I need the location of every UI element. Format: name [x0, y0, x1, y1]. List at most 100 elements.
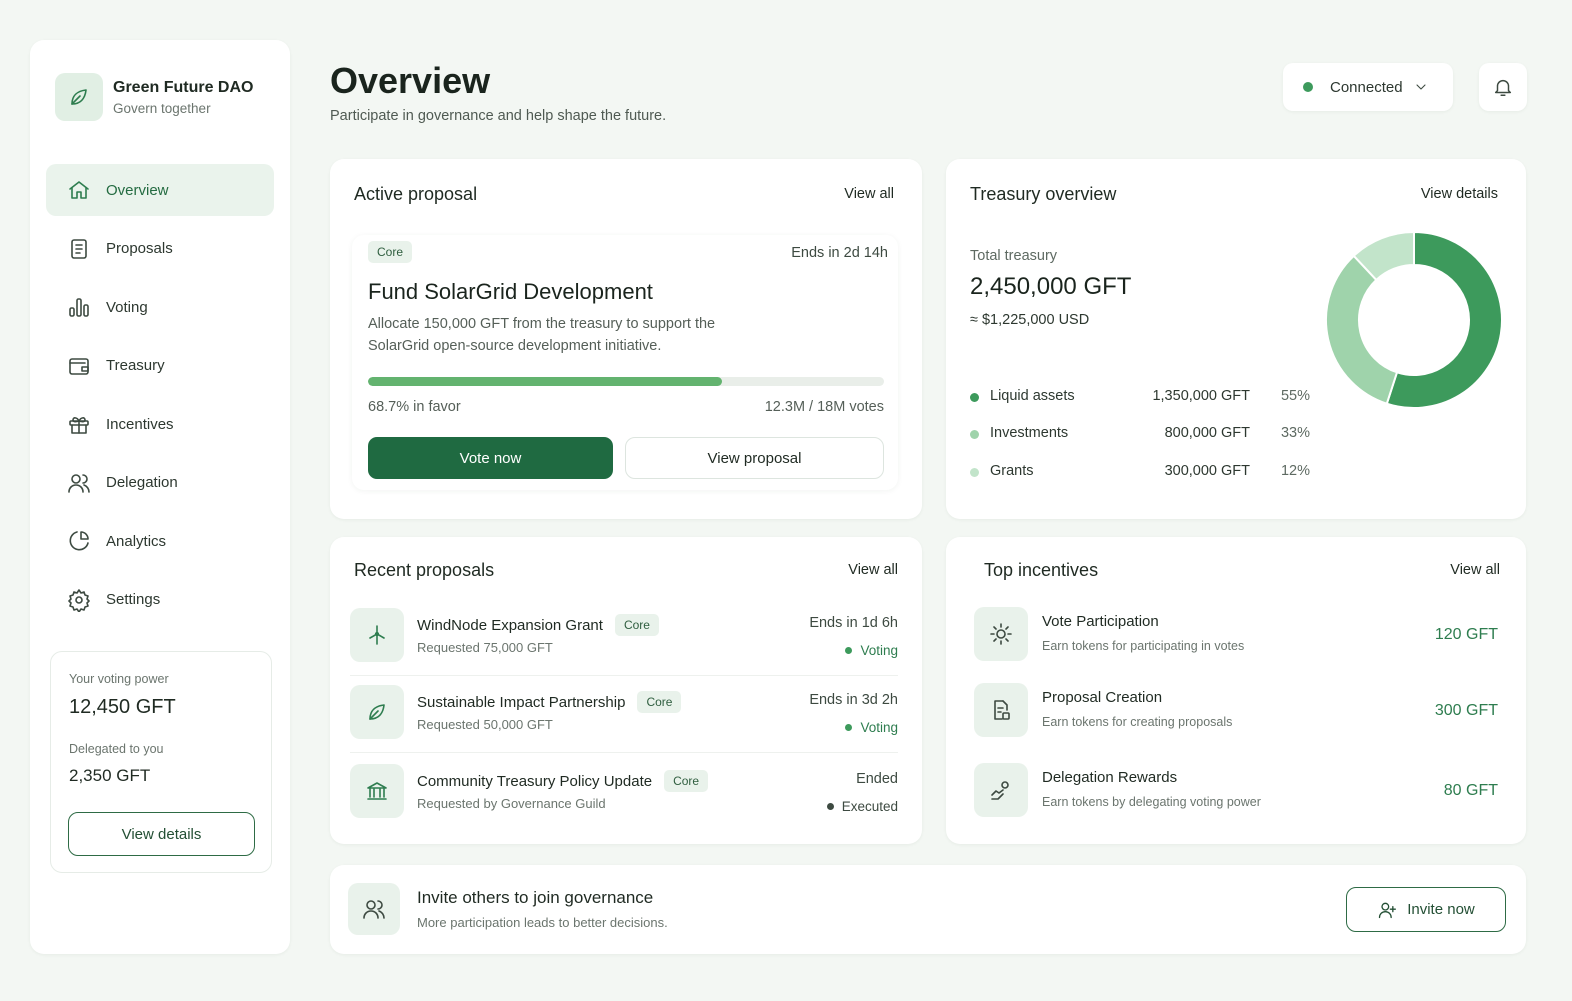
bell-icon: [1494, 79, 1512, 96]
view-all-link[interactable]: View all: [1450, 562, 1500, 578]
document-edit-icon: [974, 683, 1028, 737]
top-incentives-card: Top incentives View all Vote Participati…: [946, 537, 1526, 844]
leaf-logo-icon: [55, 73, 103, 121]
sidebar-item-delegation[interactable]: Delegation: [46, 457, 274, 509]
leaf-icon: [350, 685, 404, 739]
card-title: Recent proposals: [354, 560, 495, 580]
divider: [350, 675, 898, 676]
incentive-title: Delegation Rewards: [1042, 769, 1178, 786]
sidebar-item-label: Analytics: [106, 532, 167, 550]
legend-percent: 55%: [1280, 388, 1310, 404]
user-plus-icon: [1379, 902, 1397, 918]
legend-name: Liquid assets: [990, 388, 1075, 404]
invite-now-button[interactable]: Invite now: [1346, 887, 1506, 932]
invite-banner: Invite others to join governance More pa…: [330, 865, 1526, 954]
sidebar-item-label: Overview: [106, 181, 169, 199]
status-dot: [845, 724, 853, 731]
proposal-title: Community Treasury Policy Update: [417, 772, 653, 790]
incentive-amount: 300 GFT: [1434, 702, 1498, 719]
sidebar-item-treasury[interactable]: Treasury: [46, 340, 274, 392]
treasury-legend-grants: Grants 300,000 GFT 12%: [970, 463, 1320, 483]
proposal-desc-line2: SolarGrid open-source development initia…: [368, 338, 662, 354]
invite-subtitle: More participation leads to better decis…: [417, 915, 668, 930]
sidebar-item-voting[interactable]: Voting: [46, 281, 274, 333]
connection-status-dropdown[interactable]: Connected: [1283, 63, 1453, 111]
wind-turbine-icon: [350, 608, 404, 662]
sidebar-item-label: Proposals: [106, 240, 173, 257]
sidebar-item-label: Incentives: [106, 415, 174, 433]
card-title: Active proposal: [354, 184, 478, 204]
sidebar-item-label: Settings: [106, 591, 161, 608]
legend-amount: 300,000 GFT: [1164, 463, 1250, 479]
treasury-legend-investments: Investments 800,000 GFT 33%: [970, 425, 1320, 445]
legend-percent: 33%: [1280, 425, 1310, 441]
brand-name: Green Future DAO: [113, 78, 254, 96]
divider: [350, 752, 898, 753]
sidebar-nav: Overview Proposals Voting Treasury Incen…: [46, 164, 274, 632]
incentive-subtitle: Earn tokens for creating proposals: [1042, 715, 1233, 729]
sidebar: Green Future DAO Govern together Overvie…: [30, 40, 290, 954]
incentive-row[interactable]: Delegation Rewards Earn tokens by delega…: [974, 763, 1498, 823]
incentive-subtitle: Earn tokens for participating in votes: [1042, 639, 1245, 653]
users-icon: [348, 883, 400, 935]
pie-chart-icon: [69, 531, 89, 551]
proposal-row[interactable]: Sustainable Impact Partnership Core Reque…: [350, 685, 898, 745]
proposal-status: Executed: [826, 799, 898, 814]
sun-icon: [974, 607, 1028, 661]
proposal-row[interactable]: WindNode Expansion Grant Core Requested 7…: [350, 608, 898, 668]
notifications-button[interactable]: [1479, 63, 1527, 111]
page-subtitle: Participate in governance and help shape…: [330, 108, 667, 124]
legend-dot: [970, 468, 979, 477]
legend-amount: 1,350,000 GFT: [1152, 388, 1250, 404]
donut-slice-1: [1325, 254, 1399, 405]
proposal-ends: Ends in 3d 2h: [809, 692, 898, 708]
incentive-title: Vote Participation: [1042, 613, 1159, 630]
incentive-amount: 120 GFT: [1434, 626, 1498, 643]
invite-title: Invite others to join governance: [417, 888, 654, 907]
sidebar-item-settings[interactable]: Settings: [46, 574, 274, 626]
status-dot: [1303, 82, 1313, 92]
incentive-subtitle: Earn tokens by delegating voting power: [1042, 795, 1261, 809]
users-icon: [68, 473, 90, 493]
total-treasury-value: 2,450,000 GFT: [970, 273, 1132, 300]
view-proposal-button[interactable]: View proposal: [625, 437, 884, 479]
vote-progress-fill: [368, 377, 723, 386]
view-all-link[interactable]: View all: [844, 186, 894, 202]
brand-tagline: Govern together: [113, 100, 211, 116]
wallet-icon: [69, 357, 89, 375]
chevron-down-icon: [1416, 84, 1426, 90]
sidebar-item-proposals[interactable]: Proposals: [46, 223, 274, 275]
view-details-link[interactable]: View details: [1421, 186, 1498, 202]
vote-now-button[interactable]: Vote now: [368, 437, 613, 479]
proposal-subtitle: Requested 75,000 GFT: [417, 640, 553, 655]
in-favor-text: 68.7% in favor: [368, 399, 461, 415]
delegated-value: 2,350 GFT: [69, 766, 151, 785]
voting-power-card: Your voting power 12,450 GFT Delegated t…: [50, 651, 272, 873]
sidebar-item-analytics[interactable]: Analytics: [46, 515, 274, 567]
connection-status-label: Connected: [1330, 78, 1403, 96]
home-icon: [69, 181, 89, 199]
view-all-link[interactable]: View all: [848, 562, 898, 578]
proposal-row[interactable]: Community Treasury Policy Update Core Req…: [350, 764, 898, 824]
sidebar-item-overview[interactable]: Overview: [46, 164, 274, 216]
sidebar-item-incentives[interactable]: Incentives: [46, 398, 274, 450]
recent-proposals-card: Recent proposals View all WindNode Expan…: [330, 537, 922, 844]
tag-badge: Core: [368, 241, 413, 263]
proposal-status: Voting: [845, 643, 898, 658]
proposal-title: WindNode Expansion Grant: [417, 616, 603, 634]
sidebar-item-label: Delegation: [106, 474, 178, 491]
legend-name: Investments: [990, 425, 1069, 441]
legend-dot: [970, 393, 979, 402]
tag-badge: Core: [664, 770, 709, 792]
card-title: Treasury overview: [970, 184, 1117, 204]
status-label: Voting: [860, 643, 898, 658]
proposal-status: Voting: [845, 720, 898, 735]
gear-icon: [68, 588, 90, 612]
incentive-amount: 80 GFT: [1443, 782, 1498, 799]
proposal-detail: Core Ends in 2d 14h Fund SolarGrid Devel…: [352, 235, 898, 490]
incentive-row[interactable]: Proposal Creation Earn tokens for creati…: [974, 683, 1498, 743]
incentive-row[interactable]: Vote Participation Earn tokens for parti…: [974, 607, 1498, 667]
voting-power-label: Your voting power: [69, 672, 169, 686]
voting-view-details-button[interactable]: View details: [68, 812, 255, 856]
treasury-overview-card: Treasury overview View details Total tre…: [946, 159, 1526, 519]
